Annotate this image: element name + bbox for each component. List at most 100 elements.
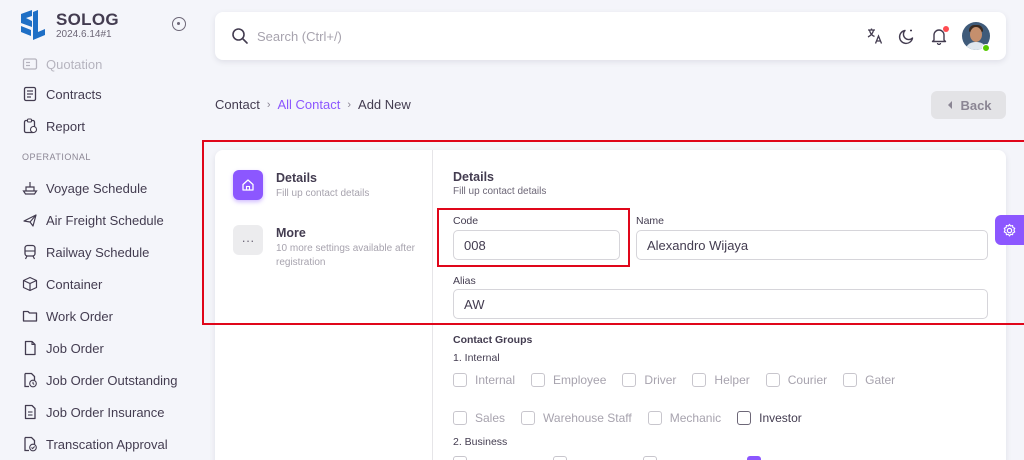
breadcrumb: Contact › All Contact › Add New	[215, 97, 411, 112]
quotation-icon	[22, 56, 38, 72]
code-field[interactable]	[453, 230, 620, 260]
sidebar-item-label: Air Freight Schedule	[46, 212, 164, 228]
checkbox-sales[interactable]: Sales	[453, 411, 505, 425]
contact-groups-title: Contact Groups	[453, 334, 533, 346]
checkbox-business-2[interactable]	[553, 456, 575, 460]
contact-form-card: Details Fill up contact details ··· More…	[215, 150, 1006, 460]
sidebar-section-operational: OPERATIONAL	[22, 152, 91, 162]
form-title: Details	[453, 170, 494, 184]
breadcrumb-root[interactable]: Contact	[215, 97, 260, 112]
sidebar-item-air-freight-schedule[interactable]: Air Freight Schedule	[0, 204, 198, 236]
sidebar-item-label: Job Order Outstanding	[46, 372, 178, 388]
internal-checkbox-row-1: Internal Employee Driver Helper Courier …	[453, 373, 911, 387]
report-icon	[22, 118, 38, 134]
sl-logo-icon	[21, 10, 45, 40]
sidebar-item-job-order-outstanding[interactable]: Job Order Outstanding	[0, 364, 198, 396]
sidebar-item-label: Container	[46, 276, 103, 292]
file-clock-icon	[22, 372, 38, 388]
sidebar-item-label: Voyage Schedule	[46, 180, 148, 196]
sidebar-item-label: Job Order	[46, 340, 104, 356]
file-list-icon	[22, 404, 38, 420]
sidebar-item-label: Work Order	[46, 308, 113, 324]
notification-bell-icon[interactable]	[930, 26, 949, 45]
breadcrumb-separator-icon: ›	[266, 98, 271, 111]
file-icon	[22, 340, 38, 356]
sidebar: SOLOG 2024.6.14#1 Quotation Contracts Re…	[0, 0, 198, 460]
checkbox-driver[interactable]: Driver	[622, 373, 676, 387]
sidebar-item-container[interactable]: Container	[0, 268, 198, 300]
sidebar-item-label: Job Order Insurance	[46, 404, 165, 420]
sidebar-item-label: Quotation	[46, 56, 103, 72]
plane-icon	[22, 212, 38, 228]
group-business-label: 2. Business	[453, 436, 508, 448]
app-logo[interactable]: SOLOG 2024.6.14#1	[16, 8, 190, 44]
checkbox-helper[interactable]: Helper	[692, 373, 750, 387]
breadcrumb-all-contact-link[interactable]: All Contact	[277, 97, 340, 112]
step-more[interactable]: ··· More 10 more settings available afte…	[233, 225, 423, 275]
top-bar	[215, 12, 1006, 60]
checkbox-mechanic[interactable]: Mechanic	[647, 411, 721, 425]
translate-icon[interactable]	[866, 27, 884, 45]
group-internal-label: 1. Internal	[453, 352, 500, 364]
breadcrumb-separator-icon: ›	[347, 98, 352, 111]
theme-settings-button[interactable]	[995, 215, 1024, 245]
alias-label: Alias	[453, 275, 476, 287]
back-button[interactable]: Back	[931, 91, 1006, 119]
back-arrow-icon	[948, 101, 953, 109]
form-subtitle: Fill up contact details	[453, 186, 547, 197]
contracts-icon	[22, 86, 38, 102]
sidebar-item-railway-schedule[interactable]: Railway Schedule	[0, 236, 198, 268]
checkbox-business-1[interactable]	[453, 456, 475, 460]
sidebar-item-work-order[interactable]: Work Order	[0, 300, 198, 332]
internal-checkbox-row-2: Sales Warehouse Staff Mechanic Investor	[453, 411, 818, 425]
checkbox-investor[interactable]: Investor	[737, 411, 802, 425]
checkbox-warehouse-staff[interactable]: Warehouse Staff	[521, 411, 632, 425]
name-field[interactable]	[636, 230, 988, 260]
app-version: 2024.6.14#1	[56, 29, 112, 40]
step-title: More	[276, 226, 306, 240]
notification-dot	[943, 26, 949, 32]
checkbox-courier[interactable]: Courier	[765, 373, 827, 387]
more-dots-icon: ···	[233, 225, 263, 255]
checkbox-gater[interactable]: Gater	[843, 373, 895, 387]
back-button-label: Back	[960, 97, 992, 113]
app-name: SOLOG	[56, 10, 119, 29]
name-label: Name	[636, 215, 665, 227]
checkbox-internal[interactable]: Internal	[453, 373, 515, 387]
sidebar-nav: Quotation Contracts Report OPERATIONAL V…	[0, 50, 198, 460]
step-subtitle: Fill up contact details	[276, 188, 370, 199]
business-checkbox-row	[453, 456, 785, 460]
checkbox-business-4[interactable]	[747, 456, 769, 460]
sidebar-item-voyage-schedule[interactable]: Voyage Schedule	[0, 172, 198, 204]
home-icon	[233, 170, 263, 200]
breadcrumb-current: Add New	[358, 97, 411, 112]
gear-icon	[1003, 223, 1016, 236]
checkbox-employee[interactable]: Employee	[531, 373, 606, 387]
train-icon	[22, 244, 38, 260]
file-check-icon	[22, 436, 38, 452]
sidebar-item-job-order[interactable]: Job Order	[0, 332, 198, 364]
sidebar-item-label: Transcation Approval	[46, 436, 168, 452]
sidebar-item-report[interactable]: Report	[0, 110, 198, 142]
sidebar-collapse-icon[interactable]	[172, 17, 186, 31]
dark-mode-icon[interactable]	[898, 27, 916, 45]
folder-icon	[22, 308, 38, 324]
search-icon[interactable]	[231, 27, 249, 45]
top-bar-actions	[866, 22, 990, 50]
code-label: Code	[453, 215, 479, 227]
search-input[interactable]	[257, 24, 557, 48]
online-status-dot	[982, 44, 990, 52]
sidebar-item-label: Contracts	[46, 86, 102, 102]
ship-icon	[22, 180, 38, 196]
alias-field[interactable]	[453, 289, 988, 319]
step-title: Details	[276, 171, 317, 185]
sidebar-item-quotation[interactable]: Quotation	[0, 50, 198, 78]
sidebar-item-contracts[interactable]: Contracts	[0, 78, 198, 110]
sidebar-item-label: Railway Schedule	[46, 244, 150, 260]
step-details[interactable]: Details Fill up contact details	[233, 170, 423, 210]
step-subtitle: 10 more settings available after registr…	[276, 243, 415, 268]
sidebar-item-transaction-approval[interactable]: Transcation Approval	[0, 428, 198, 460]
checkbox-business-3[interactable]	[643, 456, 665, 460]
wizard-steps: Details Fill up contact details ··· More…	[215, 150, 433, 460]
sidebar-item-job-order-insurance[interactable]: Job Order Insurance	[0, 396, 198, 428]
